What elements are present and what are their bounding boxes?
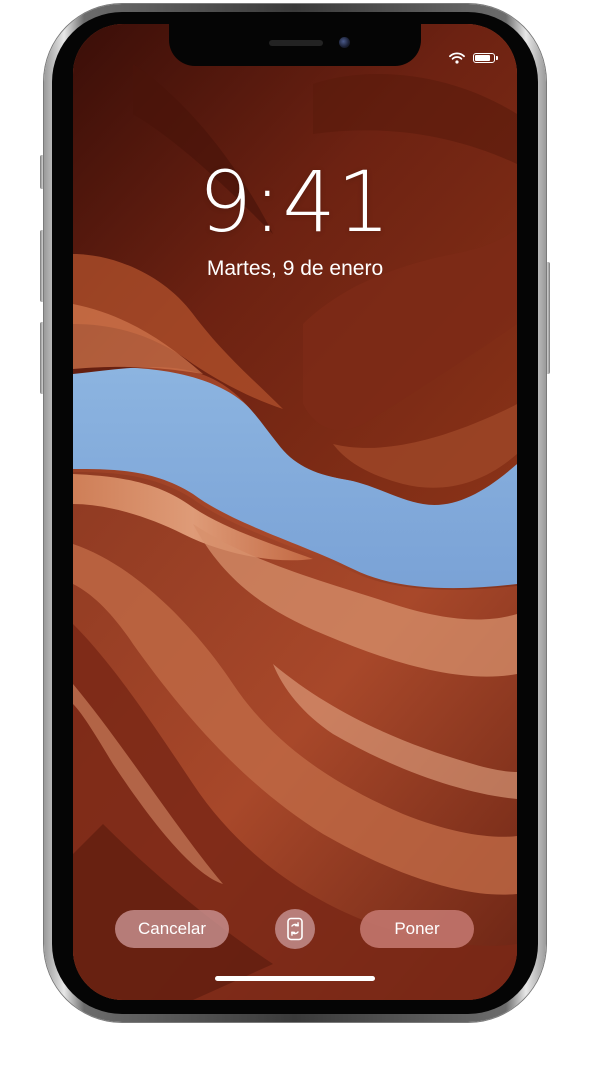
battery-level	[475, 55, 490, 61]
wifi-icon	[449, 52, 465, 64]
front-camera	[339, 37, 350, 48]
set-button[interactable]: Poner	[360, 910, 474, 948]
earpiece-speaker	[269, 40, 323, 46]
notch	[169, 24, 421, 66]
device-mockup: 9:41 Martes, 9 de enero Cancelar Poner	[0, 0, 590, 1070]
lock-screen-time: 9:41	[198, 153, 392, 251]
lock-screen-date: Martes, 9 de enero	[206, 257, 384, 280]
lock-screen-preview: 9:41 Martes, 9 de enero Cancelar Poner	[73, 24, 517, 1000]
home-indicator[interactable]	[215, 976, 375, 981]
battery-icon	[473, 53, 498, 63]
perspective-zoom-icon	[287, 917, 303, 941]
perspective-zoom-button[interactable]	[275, 909, 315, 949]
status-bar	[449, 52, 498, 64]
cancel-button[interactable]: Cancelar	[115, 910, 229, 948]
